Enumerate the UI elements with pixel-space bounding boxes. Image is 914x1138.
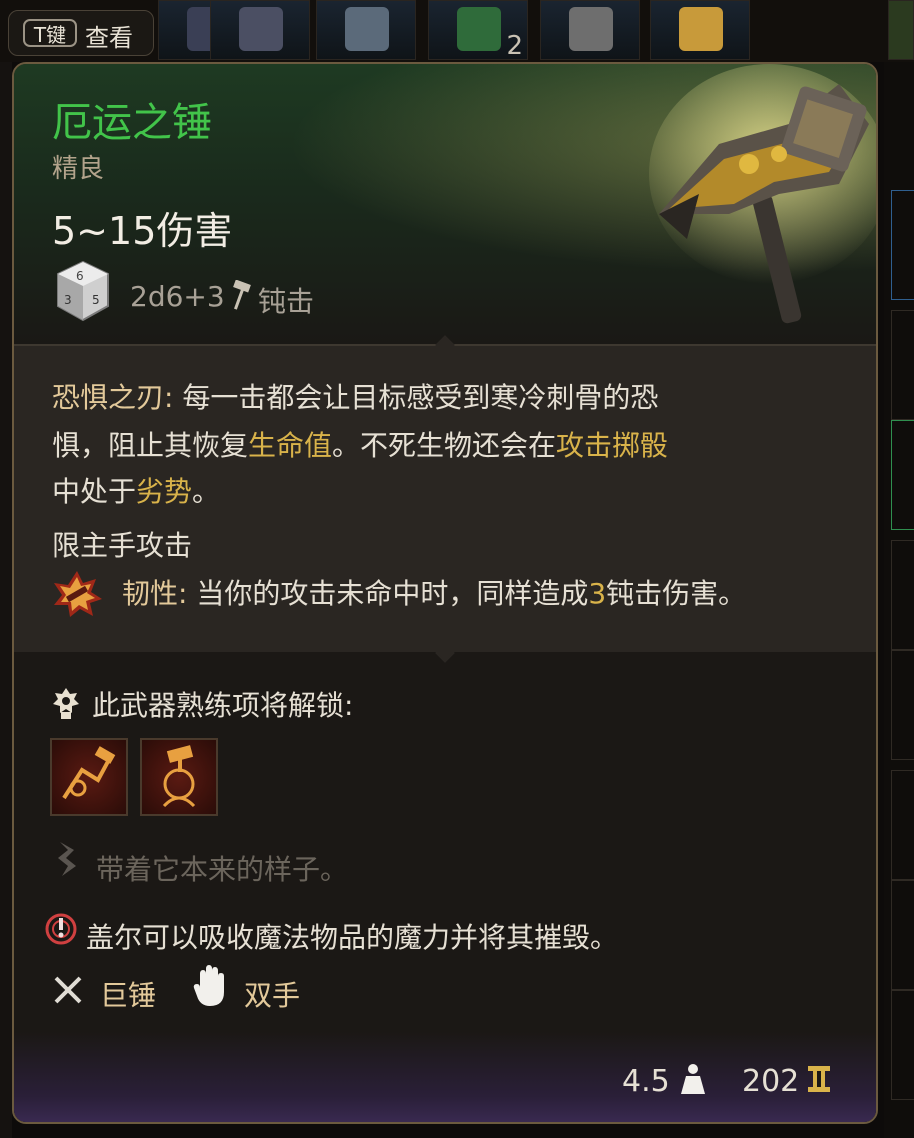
inventory-edge bbox=[0, 62, 12, 1138]
keyword-disadvantage[interactable]: 劣势 bbox=[136, 475, 192, 508]
inventory-slot[interactable] bbox=[891, 990, 914, 1100]
restriction: 限主手攻击 bbox=[52, 529, 193, 562]
ability-name: 恐惧之刃: bbox=[52, 381, 174, 414]
keyword-hit-points[interactable]: 生命值 bbox=[248, 429, 332, 462]
inventory-slot[interactable] bbox=[210, 0, 310, 60]
hand-icon bbox=[193, 965, 224, 1006]
toughness-damage: 3 bbox=[588, 577, 607, 610]
lacerate-action[interactable] bbox=[140, 738, 218, 816]
item-tooltip: 厄运之锤 精良 5~15伤害 6 3 5 2d6+3 钝击 恐惧之刃: 每一击都… bbox=[12, 62, 878, 1124]
damage-type: 钝击 bbox=[258, 285, 315, 318]
inventory-slot[interactable] bbox=[891, 650, 914, 760]
scepter-icon bbox=[239, 7, 283, 51]
inventory-slot[interactable] bbox=[891, 190, 914, 300]
weight-icon bbox=[681, 1064, 705, 1094]
potion-icon bbox=[457, 7, 501, 51]
gold-icon bbox=[808, 1066, 830, 1092]
hammer-type-icon bbox=[233, 280, 251, 310]
key-badge: T键 bbox=[23, 19, 77, 47]
item-weight: 4.5 bbox=[622, 1064, 670, 1099]
inventory-slot[interactable] bbox=[891, 540, 914, 650]
lacerate-icon bbox=[162, 745, 196, 808]
inventory-slot[interactable] bbox=[891, 310, 914, 420]
scroll-icon bbox=[345, 7, 389, 51]
ability-line-1: 恐惧之刃: 每一击都会让目标感受到寒冷刺骨的恐 bbox=[52, 376, 658, 416]
inventory-slot[interactable] bbox=[650, 0, 750, 60]
toughness-text: 当你的攻击未命中时，同样造成 bbox=[187, 577, 589, 610]
gold-amulet-icon bbox=[679, 7, 723, 51]
toughness-name: 韧性: bbox=[122, 577, 188, 610]
ability-text: 每一击都会让目标感受到寒冷刺骨的恐 bbox=[173, 381, 659, 414]
view-key-hint[interactable]: T键 查看 bbox=[8, 10, 154, 56]
view-label: 查看 bbox=[85, 24, 133, 52]
handedness: 双手 bbox=[244, 979, 301, 1012]
inventory-slot[interactable] bbox=[888, 0, 914, 60]
proficiency-label: 此武器熟练项将解锁: bbox=[92, 689, 354, 722]
inventory-slot[interactable] bbox=[540, 0, 640, 60]
ability-text: 惧，阻止其恢复 bbox=[52, 429, 249, 462]
inventory-slot[interactable] bbox=[891, 880, 914, 990]
inventory-slot[interactable] bbox=[316, 0, 416, 60]
toughness-line: 韧性: 当你的攻击未命中时，同样造成3钝击伤害。 bbox=[122, 572, 746, 612]
inventory-slot[interactable] bbox=[891, 420, 914, 530]
ability-line-3: 中处于劣势。 bbox=[52, 470, 220, 510]
crossed-weapons-icon bbox=[54, 976, 82, 1004]
inventory-slot[interactable]: 2 bbox=[428, 0, 528, 60]
keyword-attack-roll[interactable]: 攻击掷骰 bbox=[556, 429, 668, 462]
weapon-type: 巨锤 bbox=[100, 979, 157, 1012]
item-value: 202 bbox=[742, 1064, 800, 1099]
damage-range: 5~15伤害 bbox=[52, 209, 233, 253]
dice-icon: 6 3 5 bbox=[57, 260, 109, 322]
inventory-slot[interactable] bbox=[891, 770, 914, 880]
ability-line-2: 惧，阻止其恢复生命值。不死生物还会在攻击掷骰 bbox=[52, 424, 668, 464]
flavor-icon bbox=[58, 842, 76, 876]
item-name: 厄运之锤 bbox=[52, 100, 212, 146]
item-image-hammer bbox=[649, 64, 876, 324]
ability-text: 。不死生物还会在 bbox=[332, 429, 557, 462]
toughness-text: 钝击伤害。 bbox=[606, 577, 747, 610]
karlach-note: 盖尔可以吸收魔法物品的魔力并将其摧毁。 bbox=[86, 921, 619, 954]
slot-count: 2 bbox=[506, 31, 523, 61]
ability-text: 。 bbox=[192, 475, 221, 508]
damage-dice: 2d6+3 bbox=[130, 280, 225, 313]
cleave-icon bbox=[62, 746, 116, 800]
ability-text: 中处于 bbox=[52, 475, 137, 508]
mace-icon bbox=[569, 7, 613, 51]
svg-text:3: 3 bbox=[64, 293, 72, 307]
svg-text:6: 6 bbox=[76, 269, 84, 283]
flavor-text: 带着它本来的样子。 bbox=[96, 853, 349, 886]
cleave-action[interactable] bbox=[50, 738, 128, 816]
proficiency-icon bbox=[53, 688, 79, 719]
toughness-icon[interactable] bbox=[50, 569, 104, 619]
item-rarity: 精良 bbox=[52, 154, 105, 184]
karlach-icon bbox=[45, 913, 77, 945]
svg-text:5: 5 bbox=[92, 293, 100, 307]
